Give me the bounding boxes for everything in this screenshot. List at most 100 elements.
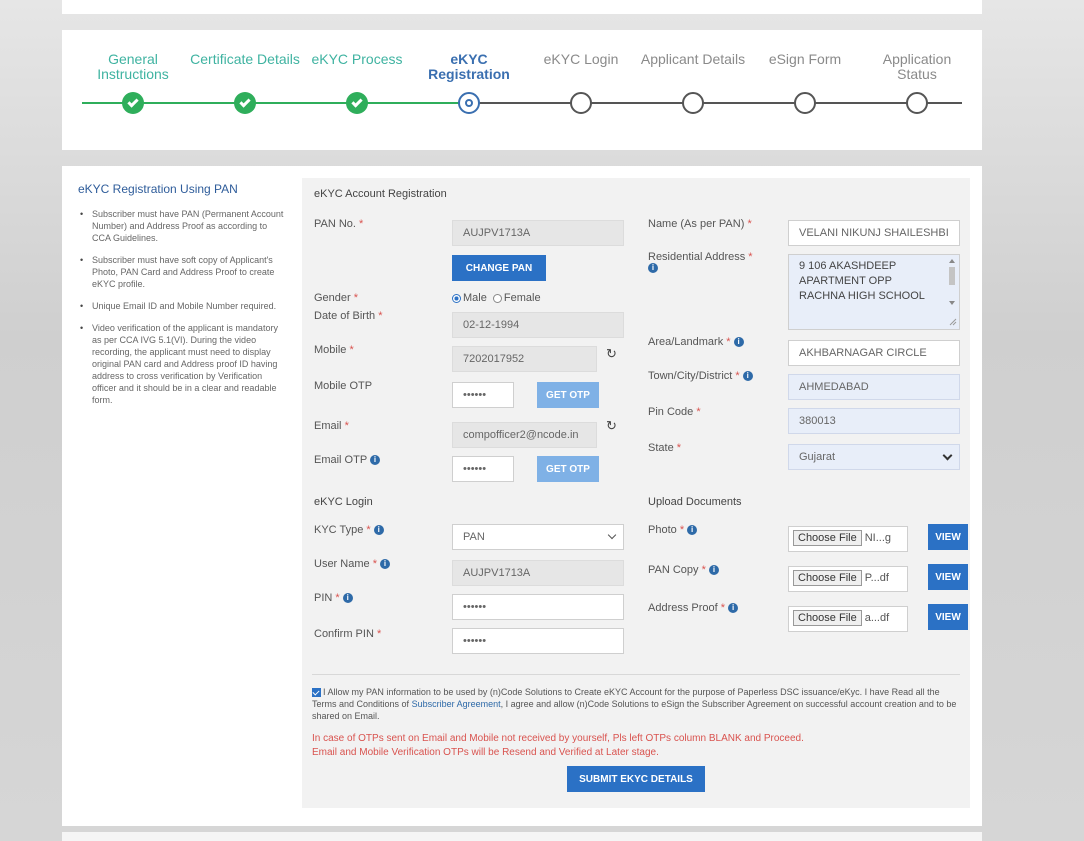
empty-circle-icon [906, 92, 928, 114]
photo-label: Photo * i [648, 524, 698, 536]
info-icon: i [728, 603, 739, 614]
info-icon: i [370, 455, 381, 466]
name-label: Name (As per PAN) * [648, 218, 752, 230]
photo-file-input[interactable]: Choose File NI...g [788, 526, 908, 552]
kyc-type-label: KYC Type * i [314, 524, 384, 536]
username-label: User Name * i [314, 558, 391, 570]
view-address-proof-button[interactable]: VIEW [928, 604, 968, 630]
instruction-item: Unique Email ID and Mobile Number requir… [78, 300, 288, 312]
check-icon [351, 95, 363, 108]
choose-file-button[interactable]: Choose File [793, 530, 862, 546]
dob-field[interactable]: 02-12-1994 [452, 312, 624, 338]
kyc-type-value: PAN [463, 531, 485, 543]
stepper-steps: General Instructions Certificate Details e… [82, 52, 962, 132]
dot-icon [465, 99, 473, 107]
area-field[interactable]: AKHBARNAGAR CIRCLE [788, 340, 960, 366]
email-otp-input[interactable]: •••••• [452, 456, 514, 482]
chevron-down-icon [607, 530, 617, 540]
name-field[interactable]: VELANI NIKUNJ SHAILESHBI [788, 220, 960, 246]
gender-female-radio[interactable] [492, 293, 502, 303]
step-5: eKYC Login [526, 51, 636, 114]
info-icon: i [380, 559, 391, 570]
get-mobile-otp-button[interactable]: GET OTP [537, 382, 599, 408]
pan-label: PAN No. * [314, 218, 364, 230]
step-4: eKYC Registration [414, 51, 524, 114]
instructions-sidebar: eKYC Registration Using PAN Subscriber m… [78, 182, 288, 416]
instruction-item: Subscriber must have PAN (Permanent Acco… [78, 208, 288, 244]
pincode-field[interactable]: 380013 [788, 408, 960, 434]
refresh-mobile-icon[interactable]: ↻ [606, 346, 617, 362]
username-field[interactable]: AUJPV1713A [452, 560, 624, 586]
address-proof-file-input[interactable]: Choose File a...df [788, 606, 908, 632]
step-1: General Instructions [78, 52, 188, 114]
info-icon: i [733, 337, 744, 348]
info-icon: i [373, 525, 384, 536]
step-label: eKYC Login [543, 51, 619, 67]
state-select[interactable]: Gujarat [788, 444, 960, 470]
mobile-otp-input[interactable]: •••••• [452, 382, 514, 408]
pan-field[interactable]: AUJPV1713A [452, 220, 624, 246]
pin-input[interactable]: •••••• [452, 594, 624, 620]
section-title-login: eKYC Login [314, 496, 373, 508]
kyc-type-select[interactable]: PAN [452, 524, 624, 550]
consent-checkbox[interactable] [312, 688, 321, 698]
empty-circle-icon [794, 92, 816, 114]
empty-circle-icon [570, 92, 592, 114]
email-otp-label: Email OTP i [314, 454, 381, 466]
check-circle-icon [346, 92, 368, 114]
check-circle-icon [122, 92, 144, 114]
pan-copy-file-input[interactable]: Choose File P...df [788, 566, 908, 592]
view-photo-button[interactable]: VIEW [928, 524, 968, 550]
email-label: Email * [314, 420, 349, 432]
step-6: Applicant Details [638, 51, 748, 114]
dob-label: Date of Birth * [314, 310, 383, 322]
step-7: eSign Form [750, 52, 860, 114]
submit-ekyc-button[interactable]: SUBMIT EKYC DETAILS [567, 766, 705, 792]
refresh-email-icon[interactable]: ↻ [606, 418, 617, 434]
address-text: 9 106 AKASHDEEP APARTMENT OPP RACHNA HIG… [799, 260, 925, 302]
info-icon: i [342, 593, 353, 604]
gender-label: Gender * [314, 292, 359, 304]
empty-circle-icon [682, 92, 704, 114]
gender-male-radio[interactable] [452, 293, 461, 303]
choose-file-button[interactable]: Choose File [793, 610, 862, 626]
instruction-item: Video verification of the applicant is m… [78, 322, 288, 406]
step-label: eKYC Process [311, 51, 403, 67]
section-divider [312, 674, 960, 675]
address-proof-file-name: a...df [864, 612, 890, 624]
confirm-pin-input[interactable]: •••••• [452, 628, 624, 654]
confirm-pin-label: Confirm PIN * [314, 628, 382, 640]
sidebar-title: eKYC Registration Using PAN [78, 182, 238, 196]
subscriber-agreement-link[interactable]: Subscriber Agreement [412, 699, 501, 709]
photo-file-name: NI...g [864, 532, 891, 544]
address-label: Residential Address * i [648, 251, 753, 274]
state-value: Gujarat [799, 451, 836, 463]
change-pan-button[interactable]: CHANGE PAN [452, 255, 546, 281]
mobile-field[interactable]: 7202017952 [452, 346, 597, 372]
pan-copy-file-name: P...df [864, 572, 889, 584]
check-circle-icon [234, 92, 256, 114]
otp-warning-1: In case of OTPs sent on Email and Mobile… [312, 733, 804, 744]
view-pan-copy-button[interactable]: VIEW [928, 564, 968, 590]
step-3: eKYC Process [302, 51, 412, 114]
step-label: Applicant Details [640, 51, 746, 67]
step-2: Certificate Details [190, 52, 300, 114]
scrollbar[interactable] [947, 257, 957, 327]
email-field[interactable]: compofficer2@ncode.in [452, 422, 597, 448]
info-icon: i [648, 263, 658, 274]
get-email-otp-button[interactable]: GET OTP [537, 456, 599, 482]
state-label: State * [648, 442, 682, 454]
pan-copy-label: PAN Copy * i [648, 564, 719, 576]
gender-male-label: Male [463, 292, 487, 304]
gender-female-label: Female [503, 292, 541, 304]
bottom-card-edge [62, 832, 982, 841]
info-icon: i [708, 565, 719, 576]
consent-text: I Allow my PAN information to be used by… [312, 686, 962, 722]
otp-warning-2: Email and Mobile Verification OTPs will … [312, 747, 659, 758]
address-textarea[interactable]: 9 106 AKASHDEEP APARTMENT OPP RACHNA HIG… [788, 254, 960, 330]
town-field[interactable]: AHMEDABAD [788, 374, 960, 400]
area-label: Area/Landmark * i [648, 336, 744, 348]
step-label: eKYC Registration [428, 51, 510, 82]
registration-form: eKYC Account Registration PAN No. * AUJP… [302, 178, 970, 808]
choose-file-button[interactable]: Choose File [793, 570, 862, 586]
